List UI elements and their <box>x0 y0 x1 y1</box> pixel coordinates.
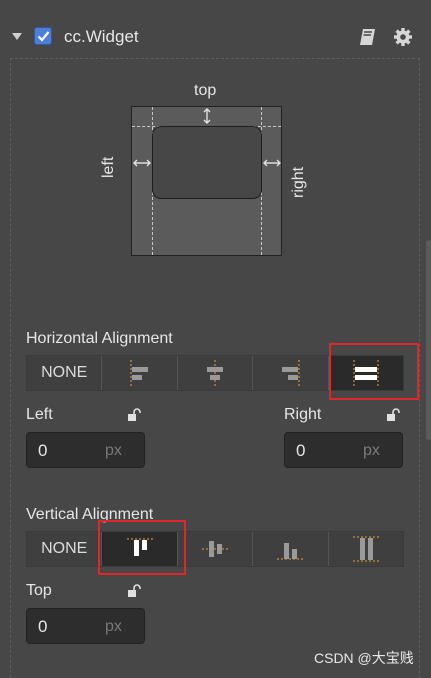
h-align-right-button[interactable] <box>253 356 329 390</box>
widget-preview-node <box>152 126 262 199</box>
top-value-input[interactable]: 0 px <box>26 608 145 644</box>
h-align-none-button[interactable]: NONE <box>27 356 103 390</box>
align-bottom-icon <box>277 543 304 560</box>
highlight-box <box>98 520 186 575</box>
left-unit: px <box>105 442 122 459</box>
align-right-icon <box>282 360 300 386</box>
v-align-bottom-button[interactable] <box>253 532 329 566</box>
watermark: CSDN @大宝贱 <box>314 650 414 666</box>
h-align-left-button[interactable] <box>102 356 178 390</box>
check-icon <box>37 31 50 42</box>
align-left-icon <box>130 360 148 386</box>
right-margin-arrow-icon <box>263 159 281 167</box>
collapse-arrow-icon[interactable] <box>12 33 22 40</box>
v-align-none-button[interactable]: NONE <box>27 532 103 566</box>
preview-left-label: left <box>100 156 117 178</box>
left-label: Left <box>26 406 53 423</box>
top-value: 0 <box>38 617 48 636</box>
right-unit: px <box>363 442 380 459</box>
unlock-icon[interactable] <box>127 584 141 598</box>
preview-top-label: top <box>194 82 217 99</box>
align-center-v-icon <box>202 541 229 557</box>
horizontal-alignment-label: Horizontal Alignment <box>26 330 173 347</box>
align-center-h-icon <box>207 360 224 386</box>
v-align-center-button[interactable] <box>178 532 254 566</box>
left-margin-arrow-icon <box>133 159 151 167</box>
unlock-icon[interactable] <box>127 408 141 422</box>
left-value-input[interactable]: 0 px <box>26 432 145 468</box>
right-label: Right <box>284 406 322 423</box>
unlock-icon[interactable] <box>386 408 400 422</box>
preview-right-label: right <box>290 166 307 198</box>
right-value: 0 <box>296 441 306 460</box>
v-align-stretch-button[interactable] <box>329 532 403 566</box>
scrollbar[interactable] <box>426 240 431 440</box>
enabled-checkbox[interactable] <box>34 27 52 45</box>
right-value-input[interactable]: 0 px <box>284 432 403 468</box>
left-value: 0 <box>38 441 48 460</box>
component-title: cc.Widget <box>64 27 139 46</box>
top-unit: px <box>105 618 122 635</box>
vertical-alignment-group: NONE <box>26 531 404 567</box>
stretch-v-icon <box>352 536 379 562</box>
help-book-icon[interactable] <box>358 27 378 52</box>
settings-gear-icon[interactable] <box>393 27 413 52</box>
h-align-center-button[interactable] <box>178 356 254 390</box>
top-margin-arrow-icon <box>203 108 211 124</box>
top-label: Top <box>26 582 52 599</box>
highlight-box <box>329 343 419 400</box>
